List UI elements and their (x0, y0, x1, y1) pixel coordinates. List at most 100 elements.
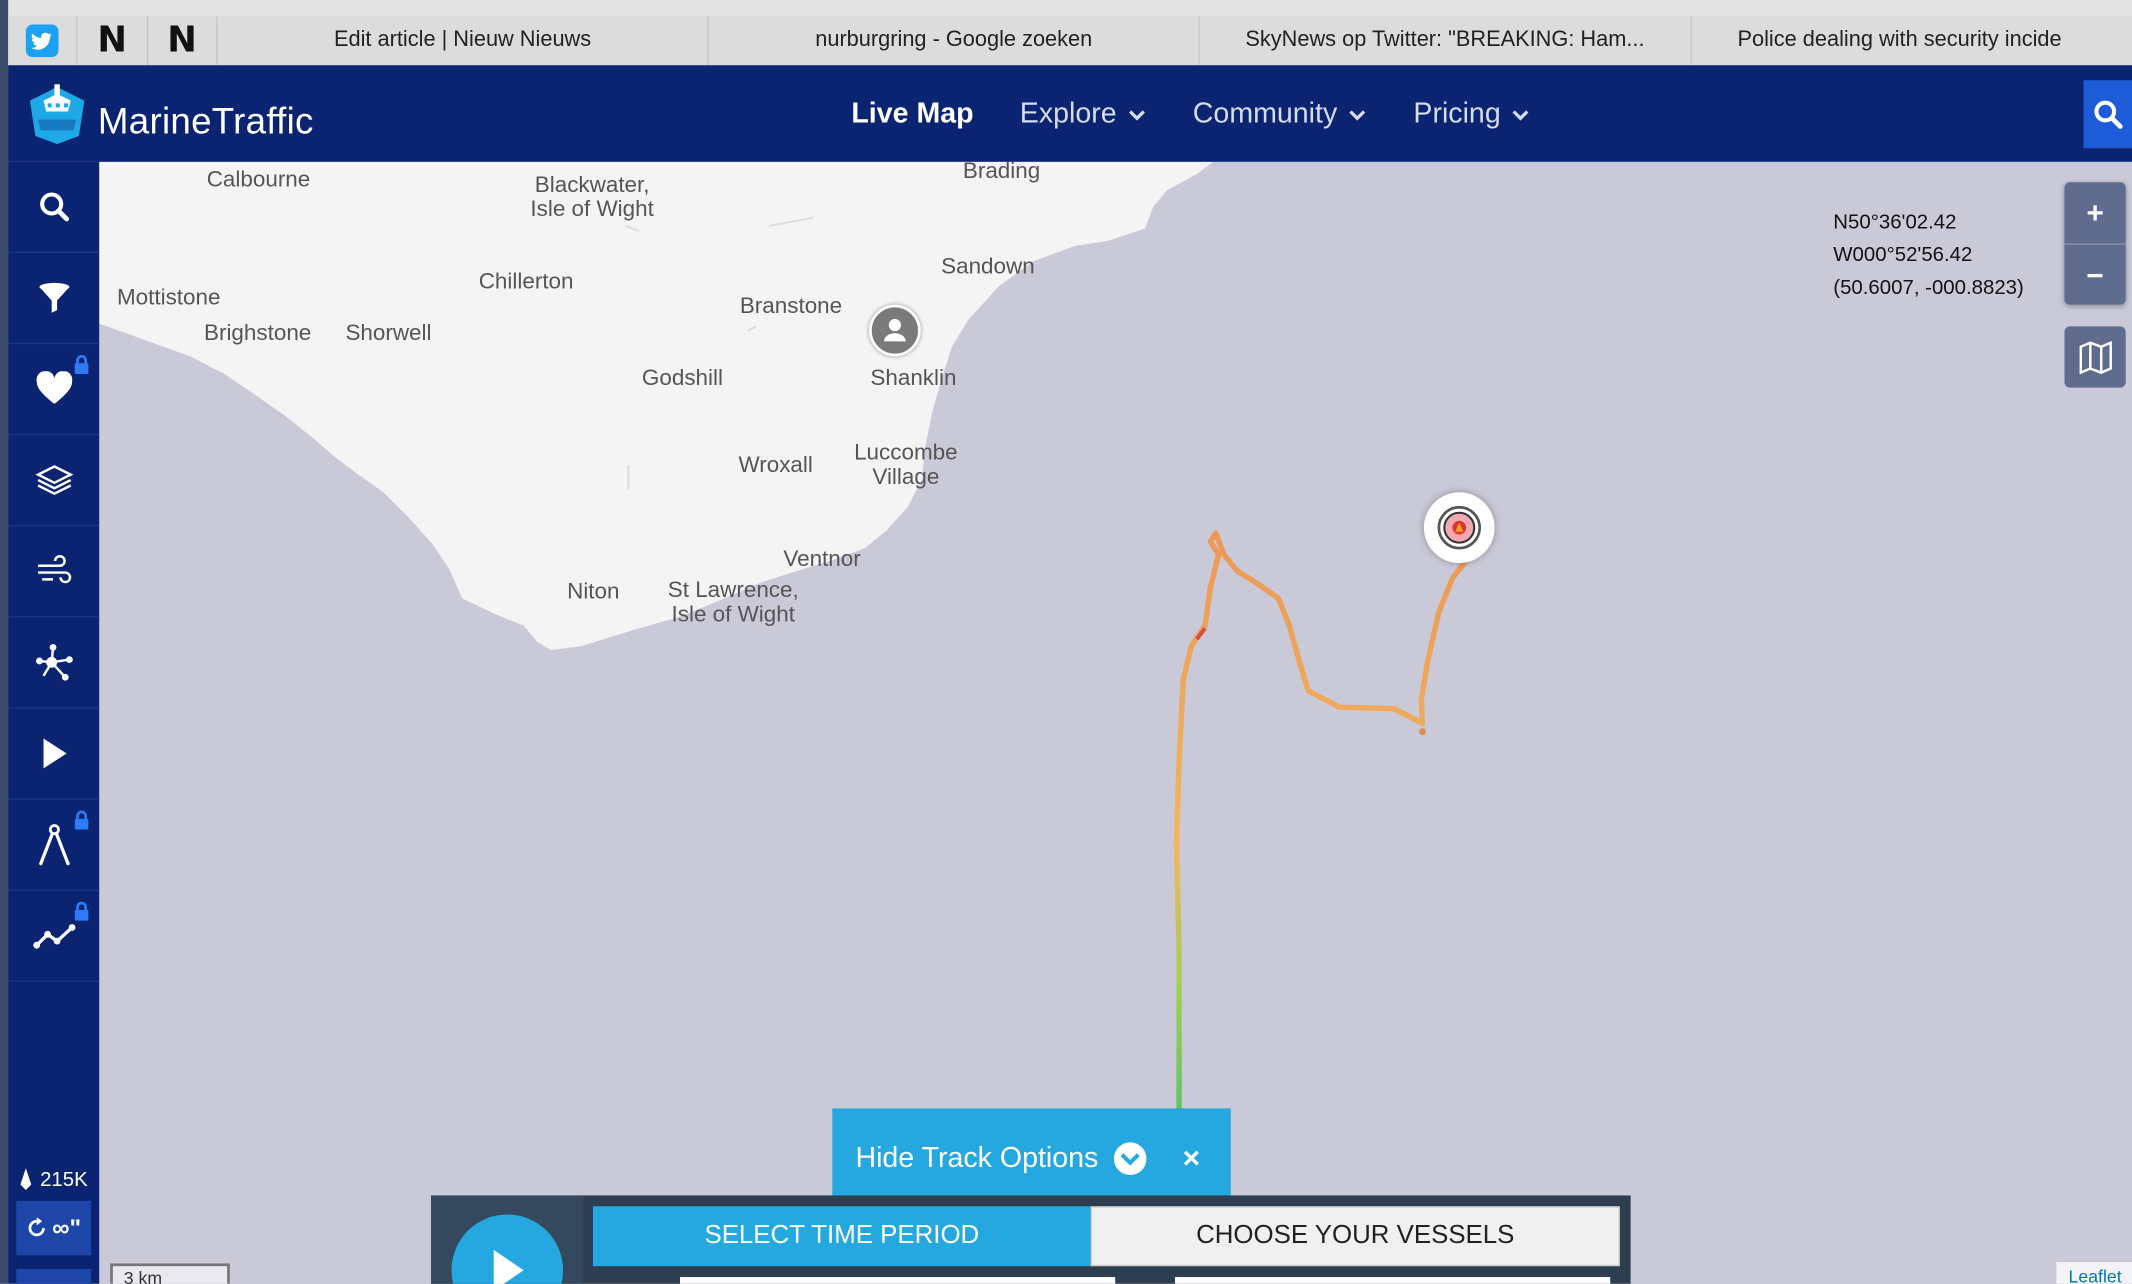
network-icon (35, 643, 73, 681)
place-label: Sandown (941, 254, 1035, 279)
select-time-period-tab[interactable]: SELECT TIME PERIOD (592, 1206, 1091, 1267)
hide-track-options-label: Hide Track Options (855, 1142, 1099, 1174)
sidebar-weather[interactable] (8, 526, 100, 618)
place-label: Mottistone (116, 285, 221, 311)
map-type-button[interactable] (2064, 326, 2126, 388)
play-icon (42, 738, 66, 769)
nav-explore[interactable]: Explore (1020, 97, 1147, 130)
track-play-button[interactable] (451, 1214, 564, 1284)
sidebar-playback[interactable] (8, 709, 100, 800)
place-label: Calbourne (206, 167, 311, 192)
map-scale: 3 km (110, 1263, 230, 1284)
place-label: Brading (962, 159, 1041, 184)
pinned-tab-twitter[interactable] (8, 16, 78, 66)
twitter-icon (26, 24, 59, 58)
heart-icon (35, 371, 72, 404)
leaflet-attribution[interactable]: Leaflet (2056, 1262, 2132, 1284)
map-icon (2078, 340, 2112, 374)
header-search-button[interactable] (2083, 80, 2132, 149)
desktop-strip (0, 0, 9, 1284)
place-label: Chillerton (478, 269, 574, 294)
main-nav: Live Map Explore Community Pricing (851, 65, 1577, 162)
time-period-field[interactable] (680, 1277, 1116, 1284)
place-label: Godshill (641, 365, 724, 391)
coord-decimal: (50.6007, -000.8823) (1833, 276, 2024, 300)
browser-top-sliver (0, 0, 2132, 18)
nav-live-map[interactable]: Live Map (851, 97, 973, 130)
sidebar-filter[interactable] (8, 253, 100, 345)
nav-pricing[interactable]: Pricing (1413, 97, 1530, 130)
sidebar-bottom: 215K ∞" (8, 1163, 99, 1284)
tab-police-security[interactable]: Police dealing with security incide (1691, 16, 2132, 65)
place-label: Wroxall (738, 452, 813, 478)
vessel-marker[interactable] (1423, 492, 1495, 564)
brand-name: MarineTraffic (97, 99, 314, 141)
search-icon (39, 192, 69, 222)
close-track-options-button[interactable]: × (1183, 1141, 1200, 1176)
sidebar-analytics[interactable] (8, 891, 100, 982)
wind-icon (37, 555, 71, 584)
nav-label: Live Map (851, 97, 974, 129)
coord-lat: N50°36'02.42 (1833, 210, 1957, 234)
tab-label: Police dealing with security incide (1737, 28, 2062, 52)
ship-icon (21, 1168, 32, 1190)
chevron-down-circle-icon (1113, 1142, 1146, 1176)
playback-area (431, 1195, 584, 1284)
refresh-rate-button[interactable]: ∞" (16, 1200, 92, 1256)
pinned-tab-n2[interactable]: N (148, 16, 218, 66)
ship-logo-icon (29, 84, 85, 145)
sidebar-layers[interactable] (8, 435, 100, 527)
choose-vessels-tab[interactable]: CHOOSE YOUR VESSELS (1090, 1206, 1620, 1267)
map-sidebar: 215K ∞" (8, 161, 100, 1284)
zoom-control: + − (2064, 182, 2126, 306)
refresh-rate-label: ∞" (52, 1213, 82, 1241)
place-label: Ventnor (783, 546, 861, 572)
sidebar-favorites[interactable] (8, 344, 100, 436)
vessel-target-icon (1437, 505, 1482, 550)
nav-label: Pricing (1413, 97, 1501, 129)
lock-icon (74, 354, 89, 374)
sidebar-search[interactable] (8, 162, 100, 253)
play-icon (493, 1249, 524, 1284)
sidebar-measure[interactable] (8, 800, 100, 891)
chart-line-icon (32, 924, 75, 949)
vessel-field[interactable] (1175, 1277, 1611, 1284)
cursor-coordinates: N50°36'02.42 W000°52'56.42 (50.6007, -00… (1833, 207, 2024, 305)
tab-google-search[interactable]: nurburgring - Google zoeken (709, 16, 1201, 66)
hide-track-options-bar[interactable]: Hide Track Options × (832, 1108, 1231, 1210)
tab-edit-article[interactable]: Edit article | Nieuw Nieuws (218, 16, 709, 66)
filter-icon (38, 282, 69, 313)
lock-icon (74, 810, 89, 830)
place-label: Niton (567, 579, 620, 604)
user-icon (884, 318, 906, 342)
place-label: Shanklin (870, 365, 957, 391)
nav-label: Explore (1019, 97, 1117, 129)
nav-label: Community (1192, 97, 1338, 129)
marinetraffic-logo[interactable]: MarineTraffic (24, 82, 313, 145)
zoom-in-button[interactable]: + (2064, 182, 2126, 245)
vessel-count-label: 215K (40, 1167, 88, 1191)
sidebar-network[interactable] (8, 617, 100, 709)
refresh-icon (29, 1217, 46, 1237)
tab-label: Edit article | Nieuw Nieuws (333, 28, 592, 52)
pinned-tab-n1[interactable]: N (78, 16, 148, 66)
chevron-down-icon (1513, 109, 1530, 120)
lock-icon (74, 901, 89, 921)
tab-skynews-twitter[interactable]: SkyNews op Twitter: "BREAKING: Ham... (1200, 16, 1692, 66)
place-label: Brighstone (204, 320, 312, 346)
search-icon (2094, 100, 2123, 129)
sidebar-extra-button[interactable] (16, 1268, 92, 1284)
tab-label: nurburgring - Google zoeken (815, 28, 1093, 52)
user-location-marker[interactable] (869, 304, 921, 357)
coord-lon: W000°52'56.42 (1833, 243, 1973, 267)
vessel-count: 215K (8, 1163, 99, 1196)
nieuw-nieuws-icon: N (167, 20, 197, 62)
zoom-out-button[interactable]: − (2064, 245, 2125, 306)
place-label: Shorwell (345, 320, 432, 346)
nieuw-nieuws-icon: N (97, 20, 128, 62)
place-label: St Lawrence, Isle of Wight (667, 578, 799, 627)
place-label: Blackwater, Isle of Wight (530, 172, 654, 222)
browser-tab-strip: N N Edit article | Nieuw Nieuws nurburgr… (8, 16, 2132, 67)
nav-community[interactable]: Community (1193, 97, 1367, 130)
layers-icon (34, 465, 73, 496)
